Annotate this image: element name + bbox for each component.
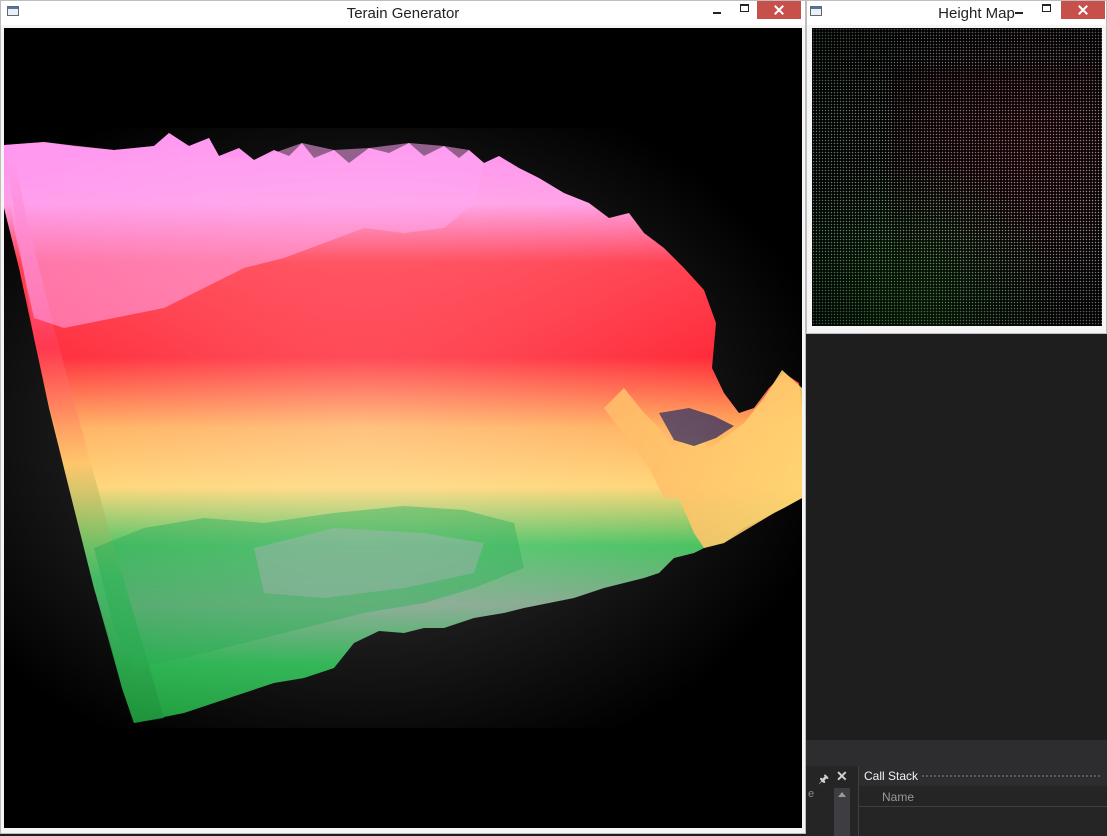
terrain-generator-window: Terain Generator (0, 0, 806, 834)
window-title: Terain Generator (346, 5, 460, 22)
call-stack-title: Call Stack (864, 769, 919, 783)
maximize-button[interactable] (1033, 1, 1061, 19)
height-map-viewport[interactable] (812, 28, 1102, 326)
call-stack-columns: Name (859, 788, 1107, 807)
ide-tab-strip (806, 740, 1107, 766)
ide-left-panel: 🖈 ✕ e (806, 766, 858, 836)
vertical-scrollbar[interactable] (834, 788, 850, 836)
column-header-name[interactable]: Name (882, 790, 914, 804)
terrain-mesh-render (4, 128, 802, 728)
scroll-up-icon[interactable] (838, 792, 846, 797)
close-icon[interactable]: ✕ (836, 768, 848, 785)
call-stack-header[interactable]: Call Stack (859, 766, 1107, 786)
title-bar[interactable]: Terain Generator (1, 1, 805, 25)
pin-icon[interactable]: 🖈 (818, 770, 829, 791)
minimize-button[interactable] (1005, 1, 1033, 19)
terrain-render-viewport[interactable] (4, 28, 802, 828)
close-button[interactable] (1061, 1, 1105, 19)
call-stack-panel: Call Stack Name (858, 766, 1107, 836)
close-button[interactable] (757, 1, 801, 19)
minimize-button[interactable] (703, 1, 731, 19)
height-map-window: Height Map (806, 0, 1107, 334)
terrain-sheen (4, 128, 802, 728)
panel-fragment-text: e (808, 788, 815, 800)
title-bar[interactable]: Height Map (807, 1, 1106, 25)
maximize-button[interactable] (731, 1, 759, 19)
drag-grip-icon[interactable] (921, 774, 1101, 779)
window-app-icon[interactable] (810, 6, 822, 16)
height-map-shade (812, 28, 1102, 326)
